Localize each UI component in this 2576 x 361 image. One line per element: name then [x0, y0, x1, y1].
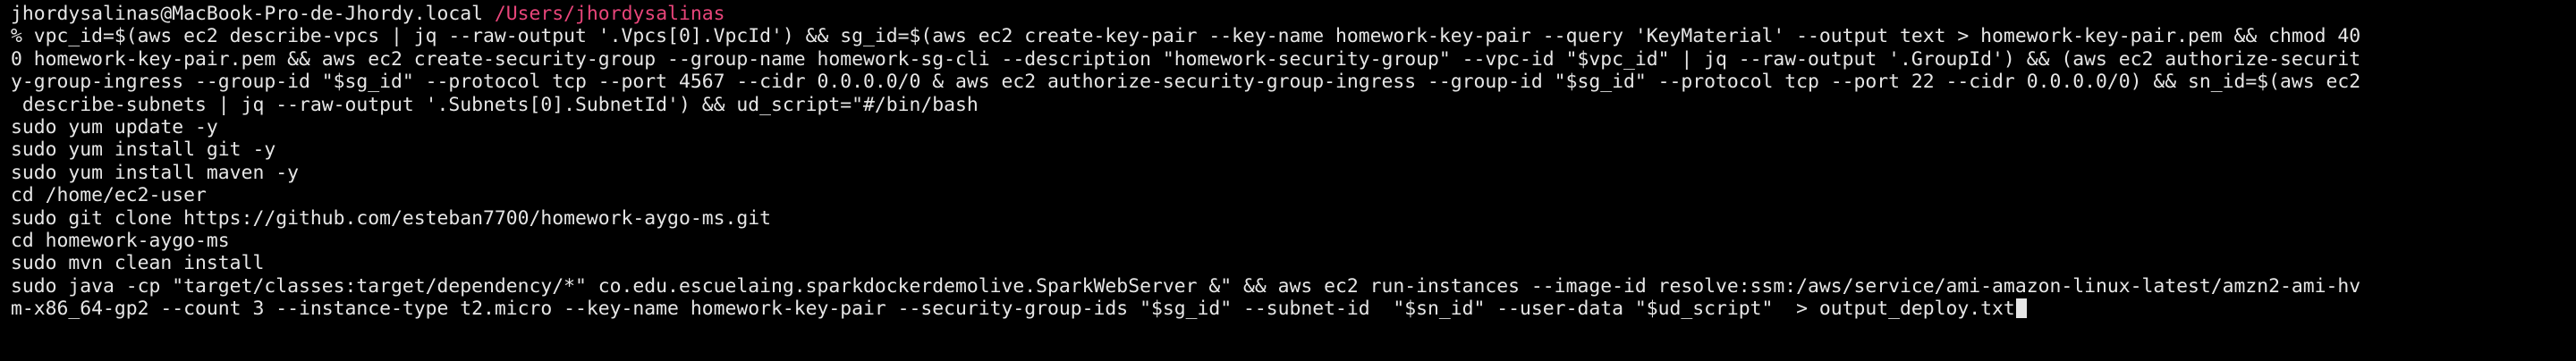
- command-line: cd /home/ec2-user: [11, 184, 207, 207]
- command-line: y-group-ingress --group-id "$sg_id" --pr…: [11, 71, 2361, 94]
- prompt-host: jhordysalinas@MacBook-Pro-de-Jhordy.loca…: [11, 3, 484, 25]
- command-line: cd homework-aygo-ms: [11, 229, 230, 252]
- command-line: sudo git clone https://github.com/esteba…: [11, 206, 771, 230]
- command-line: sudo yum install git -y: [11, 139, 276, 162]
- terminal-window[interactable]: jhordysalinas@MacBook-Pro-de-Jhordy.loca…: [0, 0, 2576, 361]
- command-line-last: m-x86_64-gp2 --count 3 --instance-type t…: [11, 298, 2576, 320]
- command-line: % vpc_id=$(aws ec2 describe-vpcs | jq --…: [11, 25, 2361, 48]
- prompt-line: jhordysalinas@MacBook-Pro-de-Jhordy.loca…: [11, 3, 2576, 25]
- command-line: describe-subnets | jq --raw-output '.Sub…: [11, 93, 979, 116]
- command-line: sudo mvn clean install: [11, 252, 265, 275]
- command-line: sudo yum update -y: [11, 115, 218, 139]
- command-line: sudo yum install maven -y: [11, 161, 299, 184]
- command-text: m-x86_64-gp2 --count 3 --instance-type t…: [11, 298, 2015, 321]
- command-line: 0 homework-key-pair.pem && aws ec2 creat…: [11, 47, 2361, 71]
- prompt-path: /Users/jhordysalinas: [494, 3, 725, 25]
- command-line: sudo java -cp "target/classes:target/dep…: [11, 274, 2361, 298]
- text-cursor: [2015, 298, 2027, 319]
